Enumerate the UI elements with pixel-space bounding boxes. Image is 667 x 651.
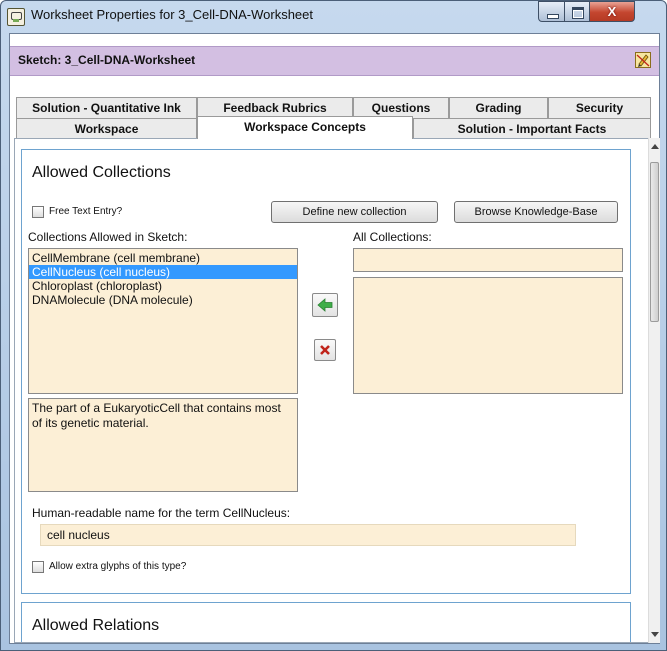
allow-extra-glyphs-checkbox[interactable] bbox=[32, 561, 44, 573]
pen-edit-icon[interactable] bbox=[635, 52, 651, 68]
allowed-relations-section: Allowed Relations bbox=[21, 602, 631, 642]
tab-solution-quantitative-ink[interactable]: Solution - Quantitative Ink bbox=[16, 97, 197, 118]
worksheet-app-icon[interactable] bbox=[7, 8, 25, 26]
define-new-collection-button[interactable]: Define new collection bbox=[271, 201, 438, 223]
list-item[interactable]: CellMembrane (cell membrane) bbox=[29, 251, 297, 265]
allowed-relations-title: Allowed Relations bbox=[32, 617, 160, 634]
remove-collection-button[interactable] bbox=[314, 339, 336, 361]
list-item[interactable]: Chloroplast (chloroplast) bbox=[29, 279, 297, 293]
dialog-client: Sketch: 3_Cell-DNA-Worksheet Solution - … bbox=[9, 33, 660, 644]
all-collections-search-input[interactable] bbox=[353, 248, 623, 272]
allow-extra-glyphs-label: Allow extra glyphs of this type? bbox=[49, 561, 187, 572]
collection-description-field[interactable]: The part of a EukaryoticCell that contai… bbox=[28, 398, 298, 492]
allowed-collections-section: Allowed Collections Free Text Entry? Def… bbox=[21, 149, 631, 594]
close-icon: X bbox=[607, 4, 617, 19]
tab-questions[interactable]: Questions bbox=[353, 97, 449, 118]
tab-row-2: Workspace Workspace Concepts Solution - … bbox=[16, 116, 651, 139]
title-bar[interactable]: Worksheet Properties for 3_Cell-DNA-Work… bbox=[1, 1, 666, 33]
delete-x-icon bbox=[320, 345, 330, 355]
window-title: Worksheet Properties for 3_Cell-DNA-Work… bbox=[31, 7, 314, 22]
human-readable-name-label: Human-readable name for the term CellNuc… bbox=[32, 506, 291, 520]
maximize-button[interactable] bbox=[564, 1, 590, 22]
tab-workspace[interactable]: Workspace bbox=[16, 118, 197, 139]
arrow-left-icon bbox=[317, 298, 333, 312]
tab-feedback-rubrics[interactable]: Feedback Rubrics bbox=[197, 97, 353, 118]
free-text-entry-label: Free Text Entry? bbox=[49, 206, 123, 217]
human-readable-name-field[interactable]: cell nucleus bbox=[40, 524, 576, 546]
all-collections-list[interactable] bbox=[353, 277, 623, 394]
add-collection-button[interactable] bbox=[312, 293, 338, 317]
tab-row-1: Solution - Quantitative Ink Feedback Rub… bbox=[16, 97, 651, 118]
sketch-header: Sketch: 3_Cell-DNA-Worksheet bbox=[10, 46, 659, 76]
scroll-thumb[interactable] bbox=[650, 162, 659, 322]
collection-description-text: The part of a EukaryoticCell that contai… bbox=[32, 401, 281, 430]
list-item[interactable]: DNAMolecule (DNA molecule) bbox=[29, 293, 297, 307]
sketch-title: Sketch: 3_Cell-DNA-Worksheet bbox=[18, 53, 196, 67]
tab-workspace-concepts[interactable]: Workspace Concepts bbox=[197, 116, 413, 139]
vertical-scrollbar[interactable] bbox=[648, 138, 660, 643]
tab-solution-important-facts[interactable]: Solution - Important Facts bbox=[413, 118, 651, 139]
browse-knowledge-base-button[interactable]: Browse Knowledge-Base bbox=[454, 201, 618, 223]
tab-grading[interactable]: Grading bbox=[449, 97, 548, 118]
collections-allowed-list[interactable]: CellMembrane (cell membrane) CellNucleus… bbox=[28, 248, 298, 394]
workspace-concepts-panel: Allowed Collections Free Text Entry? Def… bbox=[14, 138, 655, 643]
scroll-down-icon[interactable] bbox=[651, 632, 659, 637]
minimize-button[interactable] bbox=[538, 1, 565, 22]
allowed-collections-label: Collections Allowed in Sketch: bbox=[28, 230, 188, 244]
allowed-collections-title: Allowed Collections bbox=[32, 164, 171, 181]
scroll-up-icon[interactable] bbox=[651, 144, 659, 149]
tab-security[interactable]: Security bbox=[548, 97, 651, 118]
all-collections-label: All Collections: bbox=[353, 230, 432, 244]
close-button[interactable]: X bbox=[589, 1, 635, 22]
window: Worksheet Properties for 3_Cell-DNA-Work… bbox=[0, 0, 667, 651]
list-item[interactable]: CellNucleus (cell nucleus) bbox=[29, 265, 297, 279]
free-text-entry-checkbox[interactable] bbox=[32, 206, 44, 218]
human-readable-name-value: cell nucleus bbox=[47, 528, 110, 542]
